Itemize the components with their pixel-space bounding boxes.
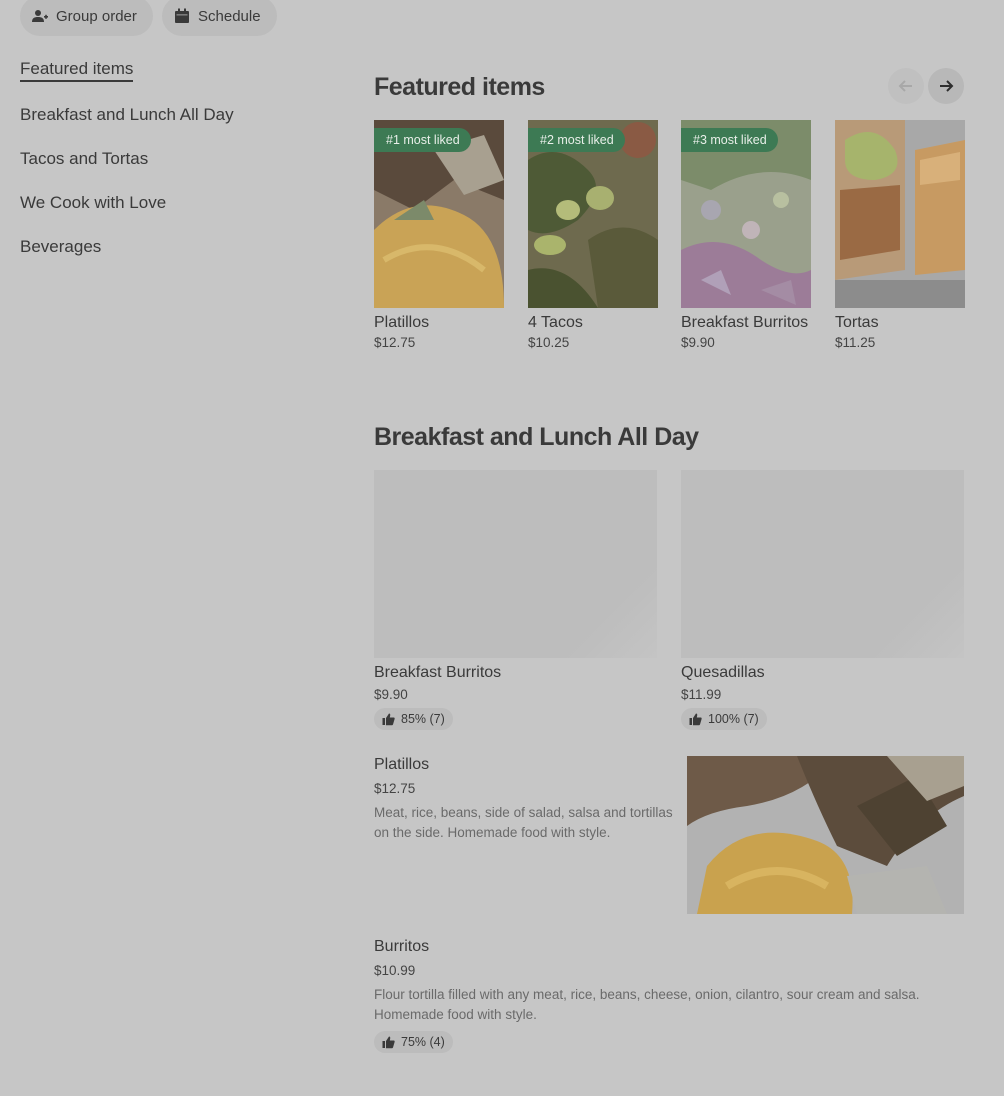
thumbs-up-icon — [382, 1036, 395, 1048]
menu-card-quesadillas[interactable]: Quesadillas $11.99 100% (7) — [681, 470, 964, 731]
item-price: $9.90 — [681, 335, 715, 350]
food-image-placeholder — [681, 470, 964, 658]
item-price: $12.75 — [374, 781, 416, 796]
rating-badge: 100% (7) — [681, 708, 767, 730]
food-image — [835, 120, 965, 308]
breakfast-section-title: Breakfast and Lunch All Day — [374, 423, 699, 451]
arrow-left-icon — [898, 80, 912, 92]
item-price: $11.25 — [835, 335, 876, 350]
food-image: #2 most liked — [528, 120, 658, 308]
item-name: 4 Tacos — [528, 314, 583, 331]
featured-card-tortas[interactable]: Tortas $11.25 — [835, 120, 965, 350]
schedule-button[interactable]: Schedule — [162, 0, 277, 36]
sidebar-item-breakfast-lunch[interactable]: Breakfast and Lunch All Day — [20, 105, 234, 125]
add-person-icon — [32, 10, 48, 22]
item-name: Breakfast Burritos — [681, 314, 809, 331]
item-name: Platillos — [374, 314, 430, 331]
thumbs-up-icon — [689, 713, 702, 725]
item-price: $10.25 — [528, 335, 570, 350]
sidebar-item-featured[interactable]: Featured items — [20, 59, 134, 82]
thumbs-up-icon — [382, 713, 395, 725]
most-liked-badge: #2 most liked — [528, 128, 625, 152]
item-description: Flour tortilla filled with any meat, ric… — [374, 987, 920, 1022]
rating-value: 75% (4) — [401, 1035, 445, 1049]
item-description: Meat, rice, beans, side of salad, salsa … — [374, 805, 673, 840]
food-image-placeholder — [374, 470, 657, 658]
item-name: Tortas — [835, 314, 879, 331]
featured-card-4-tacos[interactable]: #2 most liked 4 Tacos $10.25 — [528, 120, 658, 350]
schedule-label: Schedule — [198, 7, 261, 25]
featured-card-breakfast-burritos[interactable]: #3 most liked Breakfast Burritos $9.90 — [681, 120, 811, 350]
food-image: #1 most liked — [374, 120, 504, 308]
rating-value: 100% (7) — [708, 712, 759, 726]
group-order-button[interactable]: Group order — [20, 0, 153, 36]
item-price: $9.90 — [374, 687, 408, 702]
item-name: Platillos — [374, 756, 430, 773]
menu-card-breakfast-burritos[interactable]: Breakfast Burritos $9.90 85% (7) — [374, 470, 657, 731]
sidebar-item-beverages[interactable]: Beverages — [20, 237, 101, 257]
sidebar-item-we-cook[interactable]: We Cook with Love — [20, 193, 166, 213]
sidebar-item-tacos-tortas[interactable]: Tacos and Tortas — [20, 149, 148, 169]
item-price: $12.75 — [374, 335, 416, 350]
menu-list-item-burritos[interactable]: Burritos $10.99 Flour tortilla filled wi… — [374, 937, 974, 1054]
featured-title: Featured items — [374, 73, 545, 101]
group-order-label: Group order — [56, 7, 137, 25]
rating-badge: 75% (4) — [374, 1031, 453, 1053]
calendar-icon — [175, 8, 189, 23]
item-name: Breakfast Burritos — [374, 664, 502, 681]
platillos-image[interactable] — [687, 756, 964, 914]
rating-badge: 85% (7) — [374, 708, 453, 730]
item-name: Burritos — [374, 938, 430, 955]
item-name: Quesadillas — [681, 664, 765, 681]
carousel-next-button[interactable] — [928, 68, 964, 104]
most-liked-badge: #3 most liked — [681, 128, 778, 152]
item-price: $10.99 — [374, 963, 416, 978]
menu-list-item-platillos[interactable]: Platillos $12.75 Meat, rice, beans, side… — [374, 755, 679, 843]
arrow-right-icon — [940, 80, 954, 92]
most-liked-badge: #1 most liked — [374, 128, 471, 152]
food-image: #3 most liked — [681, 120, 811, 308]
carousel-prev-button[interactable] — [888, 68, 924, 104]
rating-value: 85% (7) — [401, 712, 445, 726]
item-price: $11.99 — [681, 687, 722, 702]
featured-card-platillos[interactable]: #1 most liked Platillos $12.75 — [374, 120, 504, 350]
